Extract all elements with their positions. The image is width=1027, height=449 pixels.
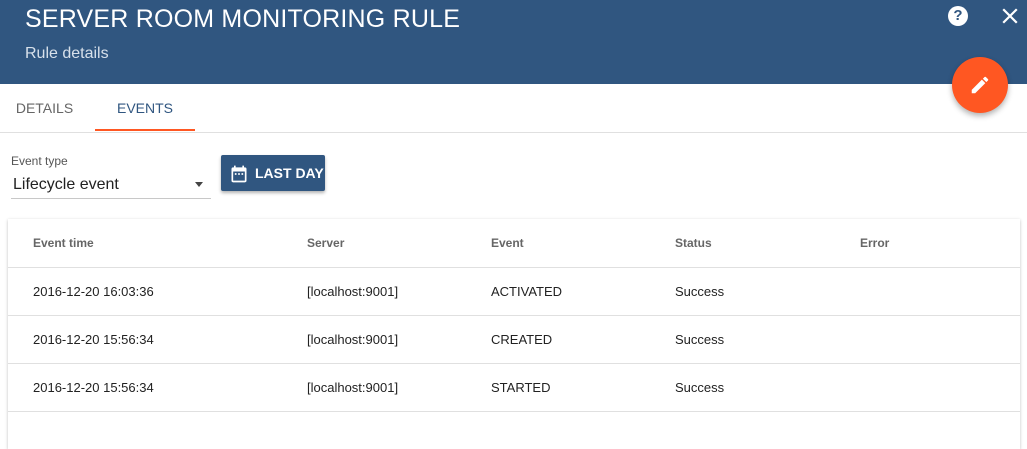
cell-event: ACTIVATED xyxy=(491,284,563,299)
table-row[interactable]: 2016-12-20 15:56:34 [localhost:9001] CRE… xyxy=(8,316,1020,364)
close-icon[interactable] xyxy=(1001,6,1019,26)
tab-bar: DETAILS EVENTS xyxy=(0,84,1027,133)
cell-event-time: 2016-12-20 15:56:34 xyxy=(33,332,154,347)
column-header-event[interactable]: Event xyxy=(491,236,524,250)
cell-status: Success xyxy=(675,380,725,395)
header-bar: SERVER ROOM MONITORING RULE Rule details… xyxy=(0,0,1027,84)
cell-server: [localhost:9001] xyxy=(307,380,399,395)
cell-event: STARTED xyxy=(491,380,551,395)
column-header-status[interactable]: Status xyxy=(675,236,712,250)
edit-button[interactable] xyxy=(952,57,1008,113)
calendar-icon xyxy=(231,165,247,183)
help-icon[interactable]: ? xyxy=(948,6,968,26)
column-header-error[interactable]: Error xyxy=(860,236,889,250)
table-row[interactable]: 2016-12-20 16:03:36 [localhost:9001] ACT… xyxy=(8,268,1020,316)
column-header-event-time[interactable]: Event time xyxy=(33,236,94,250)
table-header: Event time Server Event Status Error xyxy=(8,219,1020,268)
page-subtitle: Rule details xyxy=(25,45,109,62)
tab-details[interactable]: DETAILS xyxy=(0,84,89,132)
page-title: SERVER ROOM MONITORING RULE xyxy=(25,5,461,33)
cell-status: Success xyxy=(675,284,725,299)
active-tab-indicator xyxy=(95,129,195,131)
cell-event-time: 2016-12-20 15:56:34 xyxy=(33,380,154,395)
table-row[interactable]: 2016-12-20 15:56:34 [localhost:9001] STA… xyxy=(8,364,1020,412)
pencil-icon xyxy=(971,76,989,94)
cell-server: [localhost:9001] xyxy=(307,332,399,347)
events-table: Event time Server Event Status Error 201… xyxy=(8,219,1020,449)
last-day-label: LAST DAY xyxy=(255,165,324,181)
cell-server: [localhost:9001] xyxy=(307,284,399,299)
dropdown-arrow-icon xyxy=(195,182,203,187)
column-header-server[interactable]: Server xyxy=(307,236,344,250)
event-type-value: Lifecycle event xyxy=(13,176,119,193)
tab-events[interactable]: EVENTS xyxy=(95,84,195,132)
last-day-button[interactable]: LAST DAY xyxy=(221,155,325,191)
cell-status: Success xyxy=(675,332,725,347)
event-type-select[interactable]: Lifecycle event xyxy=(11,170,211,199)
event-type-label: Event type xyxy=(11,154,68,168)
cell-event: CREATED xyxy=(491,332,553,347)
cell-event-time: 2016-12-20 16:03:36 xyxy=(33,284,154,299)
